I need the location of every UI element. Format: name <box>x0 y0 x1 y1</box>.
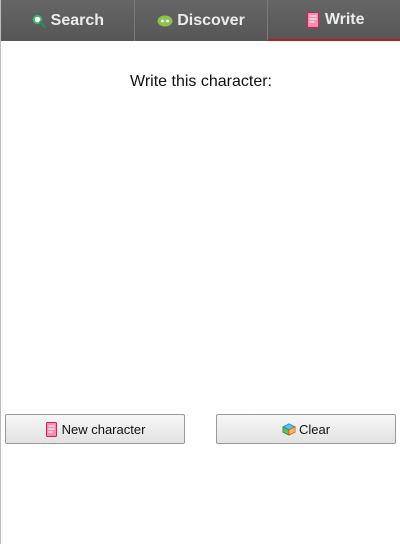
tab-discover[interactable]: Discover <box>133 0 268 41</box>
notepad-icon <box>45 421 59 437</box>
tab-write[interactable]: Write <box>267 0 400 41</box>
drawing-canvas[interactable] <box>2 104 400 404</box>
eraser-icon <box>282 421 296 437</box>
clear-button[interactable]: Clear <box>216 414 396 444</box>
tab-discover-label: Discover <box>177 11 245 29</box>
new-character-button[interactable]: New character <box>5 414 185 444</box>
search-icon <box>31 13 47 29</box>
tab-write-label: Write <box>324 10 365 28</box>
write-icon <box>305 11 321 28</box>
discover-icon <box>157 13 173 29</box>
write-prompt: Write this character: <box>130 73 272 90</box>
tab-bar: Search Discover Write <box>1 0 400 41</box>
clear-label: Clear <box>298 421 331 437</box>
app-window: Search Discover Write Write this charact… <box>0 0 400 544</box>
tab-search[interactable]: Search <box>1 0 134 41</box>
tab-search-label: Search <box>50 11 105 29</box>
new-character-label: New character <box>61 421 146 437</box>
